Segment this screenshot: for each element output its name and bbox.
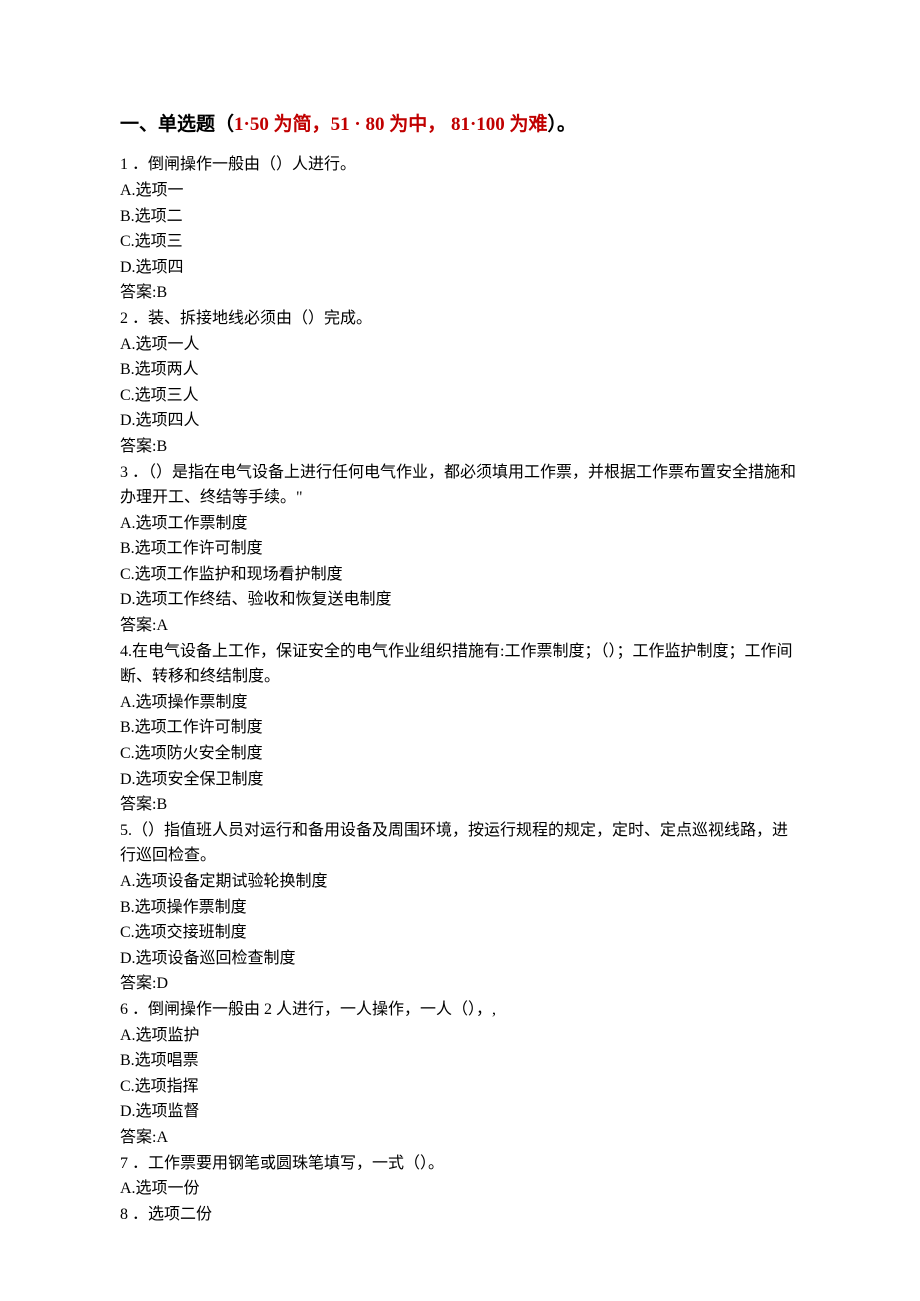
question-option: A.选项操作票制度 <box>120 690 800 716</box>
question-option: B.选项工作许可制度 <box>120 715 800 741</box>
question-option: 8 ．选项二份 <box>120 1202 800 1228</box>
question-answer: 答案:B <box>120 280 800 306</box>
question-option: C.选项交接班制度 <box>120 920 800 946</box>
question-stem: 7 ．工作票要用钢笔或圆珠笔填写，一式（）。 <box>120 1151 800 1177</box>
question-option: A.选项一份 <box>120 1176 800 1202</box>
question-option: B.选项工作许可制度 <box>120 536 800 562</box>
section-title-prefix: 一、单选题（ <box>120 114 234 135</box>
question-answer: 答案:B <box>120 434 800 460</box>
question-answer: 答案:D <box>120 971 800 997</box>
question-option: A.选项工作票制度 <box>120 511 800 537</box>
question-option: C.选项工作监护和现场看护制度 <box>120 562 800 588</box>
question-stem: 3 ．（）是指在电气设备上进行任何电气作业，都必须填用工作票，并根据工作票布置安… <box>120 460 800 511</box>
question-option: C.选项指挥 <box>120 1074 800 1100</box>
question-option: D.选项工作终结、验收和恢复送电制度 <box>120 587 800 613</box>
section-title: 一、单选题（1·50 为简，51 · 80 为中， 81·100 为难）。 <box>120 110 800 140</box>
question-option: C.选项三 <box>120 229 800 255</box>
question-stem: 6 ．倒闸操作一般由 2 人进行，一人操作，一人（），, <box>120 997 800 1023</box>
question-option: C.选项三人 <box>120 383 800 409</box>
question-option: D.选项监督 <box>120 1099 800 1125</box>
question-stem: 4.在电气设备上工作，保证安全的电气作业组织措施有:工作票制度；（）；工作监护制… <box>120 639 800 690</box>
question-answer: 答案:B <box>120 792 800 818</box>
question-option: B.选项唱票 <box>120 1048 800 1074</box>
section-title-suffix: ）。 <box>548 114 577 135</box>
question-option: B.选项操作票制度 <box>120 895 800 921</box>
question-option: D.选项设备巡回检查制度 <box>120 946 800 972</box>
question-option: B.选项二 <box>120 204 800 230</box>
question-option: A.选项设备定期试验轮换制度 <box>120 869 800 895</box>
question-option: A.选项一 <box>120 178 800 204</box>
question-option: C.选项防火安全制度 <box>120 741 800 767</box>
document-page: 一、单选题（1·50 为简，51 · 80 为中， 81·100 为难）。 1 … <box>0 0 920 1301</box>
question-option: A.选项一人 <box>120 332 800 358</box>
question-answer: 答案:A <box>120 613 800 639</box>
question-option: D.选项四 <box>120 255 800 281</box>
question-option: D.选项安全保卫制度 <box>120 767 800 793</box>
question-stem: 2 ．装、拆接地线必须由（）完成。 <box>120 306 800 332</box>
question-option: D.选项四人 <box>120 408 800 434</box>
section-title-red: 1·50 为简，51 · 80 为中， 81·100 为难 <box>234 114 548 135</box>
question-option: A.选项监护 <box>120 1023 800 1049</box>
question-stem: 1 ．倒闸操作一般由（）人进行。 <box>120 152 800 178</box>
question-answer: 答案:A <box>120 1125 800 1151</box>
question-stem: 5.（）指值班人员对运行和备用设备及周围环境，按运行规程的规定，定时、定点巡视线… <box>120 818 800 869</box>
question-option: B.选项两人 <box>120 357 800 383</box>
